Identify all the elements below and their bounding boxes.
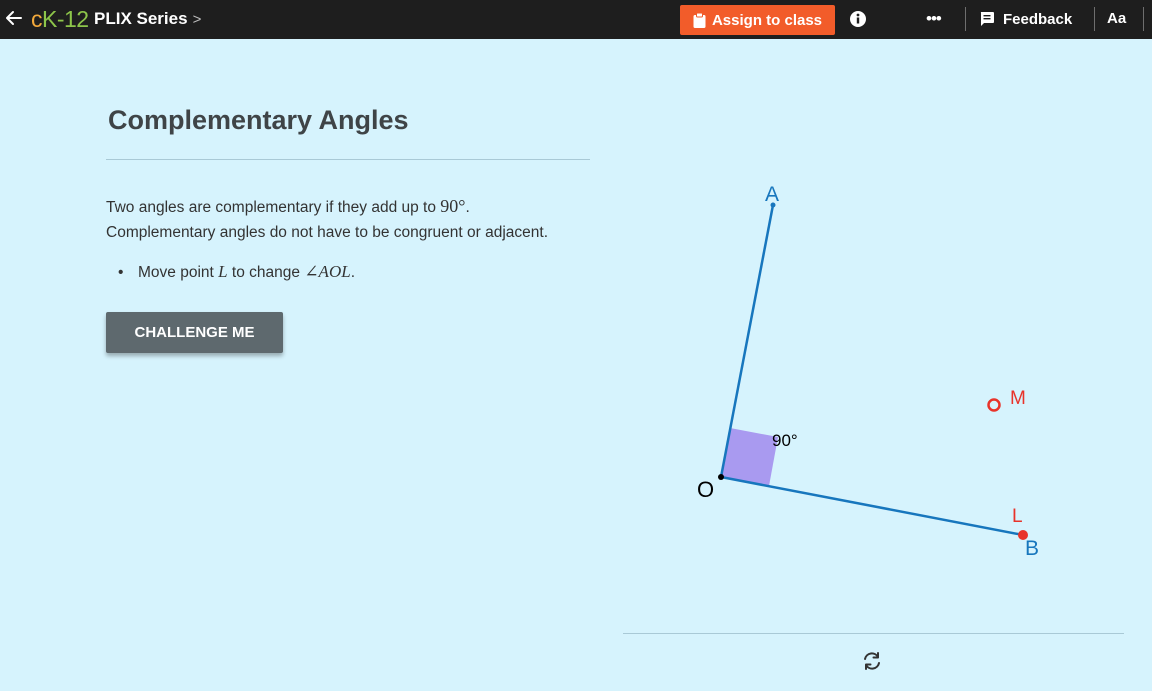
assign-to-class-button[interactable]: Assign to class bbox=[680, 5, 835, 35]
label-a: A bbox=[765, 183, 779, 206]
divider bbox=[1094, 7, 1095, 31]
ck12-logo[interactable]: cK-12 bbox=[31, 6, 89, 32]
feedback-button[interactable]: Feedback bbox=[979, 8, 1072, 30]
back-arrow-icon[interactable] bbox=[4, 6, 24, 30]
logo-c: c bbox=[31, 6, 43, 32]
series-label: PLIX Series bbox=[94, 9, 188, 28]
ninety-degrees-math: 90° bbox=[440, 196, 466, 216]
label-m: M bbox=[1010, 388, 1026, 409]
divider bbox=[965, 7, 966, 31]
top-bar: cK-12 PLIX Series > Assign to class ••• F… bbox=[0, 0, 1152, 39]
title-divider bbox=[106, 159, 590, 160]
page-title: Complementary Angles bbox=[108, 105, 409, 135]
angle-measure-label: 90° bbox=[772, 431, 798, 450]
point-o bbox=[718, 474, 724, 480]
divider bbox=[1143, 7, 1144, 31]
assign-label: Assign to class bbox=[711, 11, 823, 29]
diagram-divider bbox=[623, 633, 1124, 634]
angle-diagram[interactable]: A O B L M 90° bbox=[620, 170, 1100, 590]
logo-k12: K-12 bbox=[42, 6, 89, 32]
label-o: O bbox=[697, 477, 714, 502]
instr-text: to change bbox=[227, 264, 305, 281]
chevron-right-icon: > bbox=[192, 11, 202, 28]
info-icon[interactable] bbox=[849, 10, 867, 28]
instr-period: . bbox=[350, 264, 355, 281]
instruction-item: Move point L to change ∠AOL. bbox=[118, 259, 355, 285]
more-options-icon[interactable]: ••• bbox=[926, 8, 942, 30]
feedback-label: Feedback bbox=[1003, 10, 1073, 28]
reset-icon[interactable] bbox=[861, 650, 883, 672]
angle-aol-math: ∠AOL bbox=[304, 262, 351, 281]
point-m[interactable] bbox=[987, 398, 1001, 412]
challenge-me-button[interactable]: CHALLENGE ME bbox=[106, 312, 283, 353]
feedback-icon bbox=[980, 12, 994, 26]
point-l-math: L bbox=[218, 262, 228, 281]
ray-ob bbox=[720, 475, 1024, 537]
font-size-button[interactable]: Aa bbox=[1107, 9, 1126, 29]
plix-series-link[interactable]: PLIX Series > bbox=[94, 8, 201, 31]
desc-text: Two angles are complementary if they add… bbox=[106, 199, 441, 216]
description-line-1: Two angles are complementary if they add… bbox=[106, 194, 606, 220]
label-b: B bbox=[1025, 537, 1039, 560]
description: Two angles are complementary if they add… bbox=[106, 194, 606, 245]
clipboard-icon bbox=[693, 12, 706, 28]
description-line-2: Complementary angles do not have to be c… bbox=[106, 224, 549, 241]
instr-text: Move point bbox=[138, 264, 219, 281]
instruction-list: Move point L to change ∠AOL. bbox=[118, 259, 355, 285]
desc-period: . bbox=[465, 199, 470, 216]
label-l: L bbox=[1012, 506, 1023, 527]
